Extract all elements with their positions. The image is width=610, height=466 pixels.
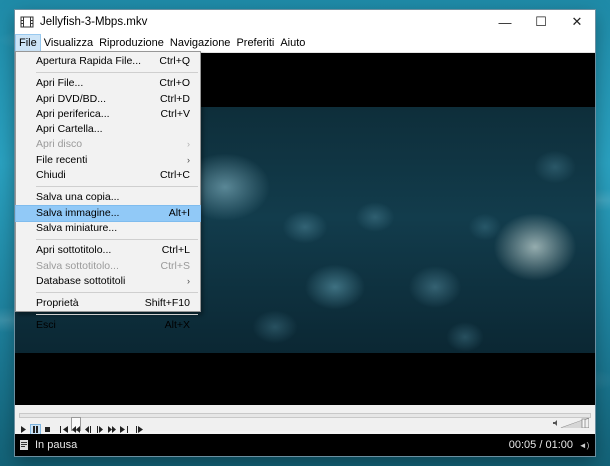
fast-forward-button[interactable] <box>106 424 117 435</box>
status-bar: In pausa 00:05 / 01:00 ◄) <box>15 434 595 456</box>
minimize-button[interactable]: — <box>487 10 523 34</box>
play-icon <box>21 425 26 433</box>
close-icon: ✕ <box>571 14 583 29</box>
volume-slider[interactable] <box>553 417 590 429</box>
menu-item-label: Apri DVD/BD... <box>36 92 107 105</box>
menu-aiuto[interactable]: Aiuto <box>277 34 308 52</box>
seek-bar[interactable] <box>19 413 591 431</box>
menu-item-salva-miniature[interactable]: Salva miniature... <box>16 221 200 236</box>
menu-item-apri-file[interactable]: Apri File... Ctrl+O <box>16 76 200 91</box>
menu-separator <box>36 186 198 188</box>
chevron-right-icon: › <box>187 275 190 286</box>
menu-item-salva-sottotitolo: Salva sottotitolo... Ctrl+S <box>16 259 200 274</box>
next-button[interactable] <box>118 424 129 435</box>
menu-navigazione[interactable]: Navigazione <box>167 34 234 52</box>
menu-item-apri-sottotitolo[interactable]: Apri sottotitolo... Ctrl+L <box>16 243 200 258</box>
rewind-icon <box>71 425 80 433</box>
maximize-icon: ☐ <box>535 14 547 29</box>
menu-item-chiudi[interactable]: Chiudi Ctrl+C <box>16 168 200 183</box>
rewind-button[interactable] <box>70 424 81 435</box>
time-display: 00:05 / 01:00 <box>508 439 573 451</box>
file-info-icon <box>20 440 28 450</box>
audio-icon: ◄) <box>578 440 590 450</box>
pause-button[interactable] <box>30 423 41 435</box>
menu-item-shortcut: Ctrl+O <box>159 77 190 90</box>
menu-item-shortcut: Ctrl+Q <box>159 55 190 67</box>
menu-item-esci[interactable]: Esci Alt+X <box>16 318 200 333</box>
stop-button[interactable] <box>42 424 53 435</box>
frame-step-button[interactable] <box>134 424 145 435</box>
skip-back-icon <box>59 425 68 433</box>
menu-item-label: Apri sottotitolo... <box>36 244 112 257</box>
menu-item-apertura-rapida-file[interactable]: Apertura Rapida File... Ctrl+Q <box>16 54 200 69</box>
title-bar[interactable]: Jellyfish-3-Mbps.mkv — ☐ ✕ <box>15 10 595 34</box>
menu-separator <box>36 292 198 294</box>
menu-item-file-recenti[interactable]: File recenti › <box>16 153 200 168</box>
menu-item-shortcut: Alt+I <box>168 206 190 219</box>
menu-file[interactable]: File <box>15 34 41 52</box>
minimize-icon: — <box>498 14 512 30</box>
fast-forward-icon <box>107 425 116 433</box>
menu-item-label: Apri periferica... <box>36 107 110 120</box>
play-button[interactable] <box>18 424 29 435</box>
file-menu-dropdown: Apertura Rapida File... Ctrl+Q Apri File..… <box>15 51 201 331</box>
step-forward-button[interactable] <box>94 424 105 435</box>
menu-visualizza[interactable]: Visualizza <box>41 34 96 52</box>
menu-item-label: Salva miniature... <box>36 221 118 234</box>
menu-item-label: Apri Cartella... <box>36 123 103 136</box>
menu-item-label: Chiudi <box>36 169 66 182</box>
chevron-right-icon: › <box>187 139 190 150</box>
menu-item-label: Salva sottotitolo... <box>36 259 119 272</box>
menu-item-label: Salva immagine... <box>36 206 120 219</box>
window-title: Jellyfish-3-Mbps.mkv <box>40 16 148 28</box>
step-back-button[interactable] <box>82 424 93 435</box>
menu-item-salva-una-copia[interactable]: Salva una copia... <box>16 190 200 205</box>
controls-panel <box>15 405 595 435</box>
menu-separator <box>36 72 198 74</box>
menu-riproduzione[interactable]: Riproduzione <box>96 34 167 52</box>
stop-icon <box>45 426 50 432</box>
menu-item-label: Apri disco <box>36 138 83 151</box>
chevron-right-icon: › <box>187 154 190 165</box>
menu-item-shortcut: Alt+X <box>164 319 190 332</box>
menu-item-shortcut: Ctrl+S <box>160 259 190 272</box>
menu-item-salva-immagine[interactable]: Salva immagine... Alt+I <box>15 204 201 222</box>
menu-item-shortcut: Shift+F10 <box>144 297 190 310</box>
menu-item-shortcut: Ctrl+D <box>159 92 190 105</box>
skip-forward-icon <box>119 425 128 433</box>
menu-item-apri-periferica[interactable]: Apri periferica... Ctrl+V <box>16 107 200 122</box>
menu-item-label: Salva una copia... <box>36 191 120 204</box>
previous-button[interactable] <box>58 424 69 435</box>
menu-separator <box>36 239 198 241</box>
menu-item-shortcut: Ctrl+C <box>159 169 190 182</box>
menu-separator <box>36 314 198 316</box>
menu-item-label: Apri File... <box>36 77 84 90</box>
menu-item-label: Proprietà <box>36 297 79 310</box>
maximize-button[interactable]: ☐ <box>523 10 559 34</box>
menu-preferiti[interactable]: Preferiti <box>233 34 277 52</box>
pause-icon <box>33 425 38 433</box>
menu-item-label: Database sottotitoli <box>36 274 126 287</box>
step-back-icon <box>84 425 91 433</box>
menu-item-proprieta[interactable]: Proprietà Shift+F10 <box>16 296 200 311</box>
menu-item-label: Apertura Rapida File... <box>36 55 142 67</box>
app-icon <box>20 15 34 29</box>
menu-item-apri-disco: Apri disco › <box>16 137 200 152</box>
volume-icon <box>553 417 590 429</box>
menu-item-label: Esci <box>36 319 56 332</box>
menu-item-label: File recenti <box>36 153 88 166</box>
close-button[interactable]: ✕ <box>559 10 595 34</box>
menu-item-shortcut: Ctrl+L <box>161 244 190 257</box>
menu-item-apri-dvd-bd[interactable]: Apri DVD/BD... Ctrl+D <box>16 92 200 107</box>
menu-item-shortcut: Ctrl+V <box>160 107 190 120</box>
menu-item-database-sottotitoli[interactable]: Database sottotitoli › <box>16 274 200 289</box>
step-forward-icon <box>96 425 103 433</box>
playback-status: In pausa <box>35 439 78 451</box>
frame-step-icon <box>135 425 143 433</box>
menu-item-apri-cartella[interactable]: Apri Cartella... <box>16 122 200 137</box>
